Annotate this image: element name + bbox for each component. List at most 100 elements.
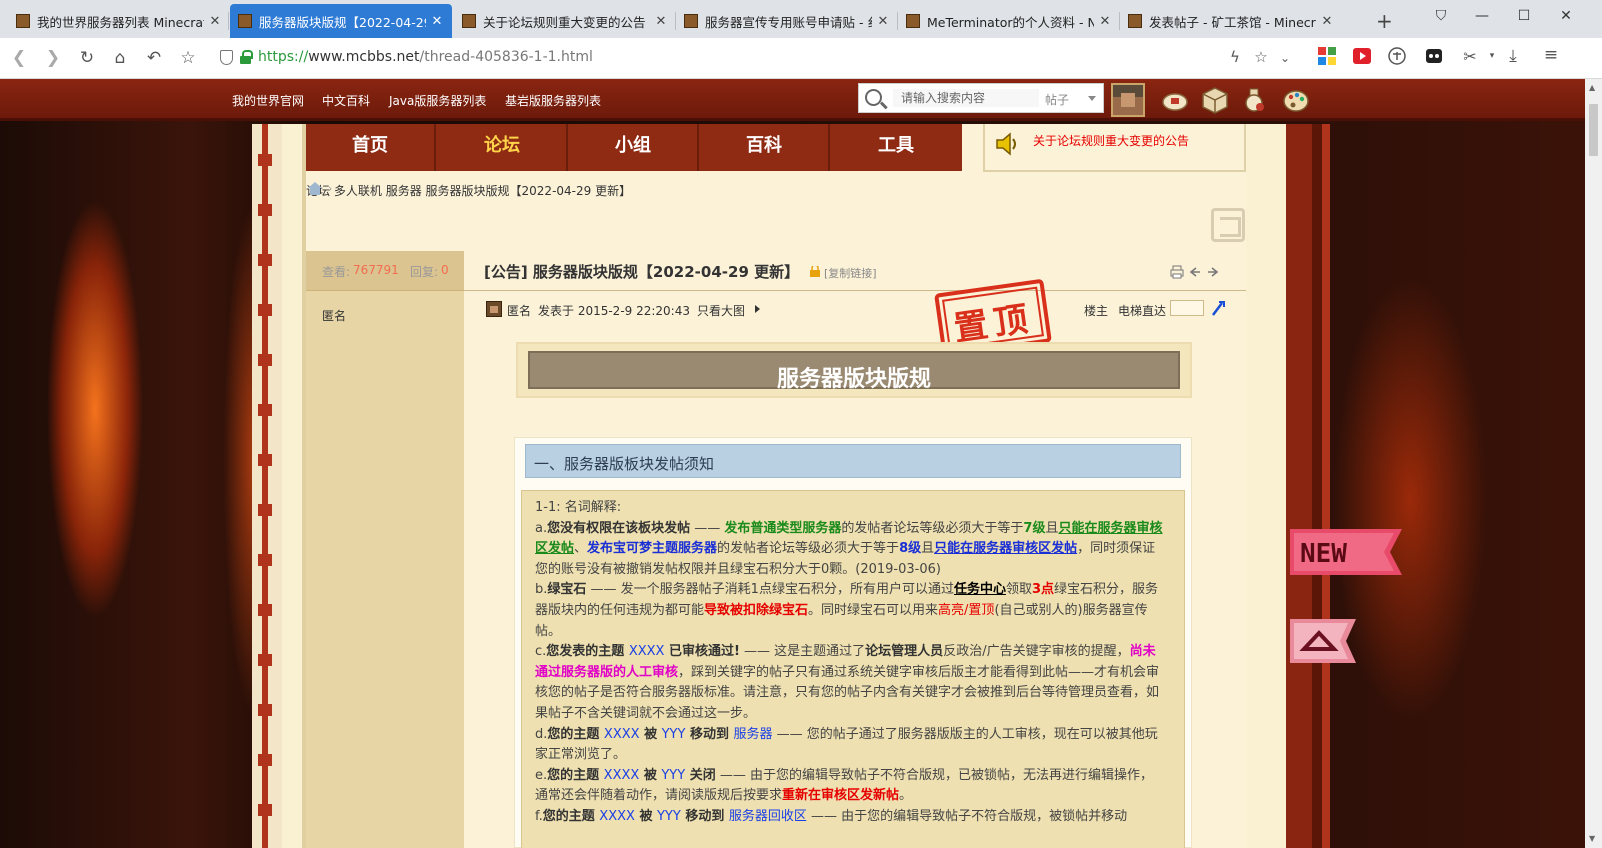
address-bar[interactable]: https://www.mcbbs.net/thread-405836-1-1.… [212,44,1312,72]
chevron-down-icon[interactable] [1088,96,1096,101]
shield-icon[interactable] [220,50,233,65]
section-posting-rules: 一、服务器版板块发帖须知 1-1: 名词解释: a.您没有权限在该板块发帖 ——… [514,437,1192,848]
jump-go-icon[interactable] [1210,299,1226,317]
search-icon[interactable] [865,89,882,106]
lock-icon[interactable] [240,50,253,64]
reload-icon[interactable]: ↻ [76,48,98,68]
home-icon[interactable] [308,182,322,195]
home-icon[interactable]: ⌂ [109,48,131,68]
download-icon[interactable]: ⤓ [1502,46,1524,66]
browser-tab[interactable]: 发表帖子 - 矿工茶馆 - Minecra ✕ [1120,4,1342,38]
minecraft-block-icon [1128,14,1142,28]
author-column: 查看: 767791 回复: 0 匿名 [306,251,464,848]
copy-link[interactable]: [复制链接] [824,265,877,281]
post-author[interactable]: 匿名 [507,302,531,319]
undo-icon[interactable]: ↶ [143,48,165,68]
link-minecraft-official[interactable]: 我的世界官网 [232,92,304,109]
new-tab-button[interactable]: + [1376,9,1393,33]
back-to-top-button[interactable] [1290,619,1356,663]
scroll-up-icon[interactable]: ▲ [1589,83,1595,92]
svg-text:NEW: NEW [1300,539,1347,569]
maximize-button[interactable]: ☐ [1513,8,1535,24]
new-post-button[interactable]: NEW [1290,529,1402,575]
nav-groups[interactable]: 小组 [569,124,699,171]
nav-tools[interactable]: 工具 [831,124,961,171]
close-icon[interactable]: ✕ [1320,14,1334,29]
scissors-icon[interactable]: ✂ [1459,47,1481,66]
nav-forum[interactable]: 论坛 [438,124,568,171]
breadcrumb-thread[interactable]: 服务器版块版规【2022-04-29 更新】 [426,184,632,198]
chevron-down-icon[interactable]: ▾ [1481,51,1503,61]
windows-app-icon[interactable] [1317,46,1337,66]
nav-wiki[interactable]: 百科 [700,124,830,171]
close-icon[interactable]: ✕ [876,14,890,29]
speaker-icon [996,132,1016,156]
floor-jump-input[interactable] [1170,300,1204,316]
video-extension-icon[interactable] [1352,46,1372,66]
print-icon[interactable] [1170,265,1184,279]
url-text[interactable]: https://www.mcbbs.net/thread-405836-1-1.… [258,49,593,65]
minecraft-block-icon [16,14,30,28]
favorite-star-icon[interactable]: ☆ [1250,48,1272,66]
search-input[interactable] [893,89,1039,107]
section-title: 一、服务器版板块发帖须知 [534,455,715,473]
post-content: 服务器版块版规 一、服务器版板块发帖须知 1-1: 名词解释: a.您没有权限在… [464,334,1246,848]
potion-icon[interactable] [1240,86,1270,114]
minecraft-block-icon [238,14,252,28]
browser-tab[interactable]: MeTerminator的个人资料 - N ✕ [898,4,1120,38]
post-time: 发表于 2015-2-9 22:20:43 [538,304,690,318]
notification-block-icon[interactable] [1200,86,1230,114]
thread-stats: 查看: 767791 回复: 0 [306,251,464,291]
close-icon[interactable]: ✕ [654,14,668,29]
search-scope-select[interactable]: 帖子 [1045,91,1069,108]
close-window-button[interactable]: ✕ [1555,8,1577,24]
author-name[interactable]: 匿名 [322,307,346,324]
thread-title-row: [公告] 服务器版块版规【2022-04-29 更新】 [复制链接] [464,251,1246,291]
play-icon[interactable] [755,305,760,313]
nav-home[interactable]: 首页 [306,124,436,171]
message-icon[interactable] [1160,86,1190,114]
tab-list-icon[interactable]: ⛉ [1430,8,1452,24]
rules-banner: 服务器版块版规 [516,342,1192,398]
browser-tab-active[interactable]: 服务器版块版规【2022-04-29 ✕ [230,4,452,38]
return-list-icon[interactable] [1211,208,1245,242]
lock-icon [810,266,820,277]
scroll-down-icon[interactable]: ▼ [1589,834,1595,843]
views-label: 查看: [322,265,351,279]
post-avatar[interactable] [486,301,502,317]
link-chinese-wiki[interactable]: 中文百科 [322,92,370,109]
tab-title: 我的世界服务器列表 Minecraft [37,14,204,30]
palette-icon[interactable] [1281,86,1311,114]
translate-extension-icon[interactable] [1387,46,1407,66]
scrollbar-thumb[interactable] [1589,104,1598,156]
section-header: 一、服务器版板块发帖须知 [525,444,1181,478]
user-avatar[interactable] [1111,83,1145,117]
close-icon[interactable]: ✕ [1098,14,1112,29]
close-icon[interactable]: ✕ [430,14,444,29]
forward-icon[interactable]: ❯ [42,48,64,68]
browser-tab[interactable]: 我的世界服务器列表 Minecraft ✕ [8,4,230,38]
page-scrollbar[interactable]: ▲ ▼ [1585,79,1602,848]
close-icon[interactable]: ✕ [208,14,222,29]
notice-link[interactable]: 关于论坛规则重大变更的公告 [1033,132,1189,149]
site-search: 帖子 [858,83,1104,113]
next-thread-icon[interactable] [1206,265,1220,279]
tab-title: 服务器宣传专用账号申请贴 - 纟 [705,14,872,30]
link-java-servers[interactable]: Java版服务器列表 [389,92,486,109]
replies-count: 0 [441,263,449,277]
chevron-down-icon[interactable]: ⌄ [1274,51,1296,65]
game-extension-icon[interactable] [1424,46,1444,66]
previous-thread-icon[interactable] [1188,265,1202,279]
bookmark-star-icon[interactable]: ☆ [177,48,199,68]
browser-tab[interactable]: 服务器宣传专用账号申请贴 - 纟 ✕ [676,4,898,38]
browser-tab[interactable]: 关于论坛规则重大变更的公告 - ✕ [454,4,676,38]
minimize-button[interactable]: — [1471,8,1493,24]
lightning-icon[interactable]: ϟ [1224,48,1246,66]
menu-icon[interactable]: ≡ [1540,45,1562,65]
breadcrumb-server[interactable]: 服务器 [386,184,422,198]
back-icon[interactable]: ❮ [8,48,30,68]
link-bedrock-servers[interactable]: 基岩版服务器列表 [505,92,601,109]
thread-title: [公告] 服务器版块版规【2022-04-29 更新】 [484,263,800,281]
only-big-images-link[interactable]: 只看大图 [697,302,745,319]
minecraft-block-icon [906,14,920,28]
